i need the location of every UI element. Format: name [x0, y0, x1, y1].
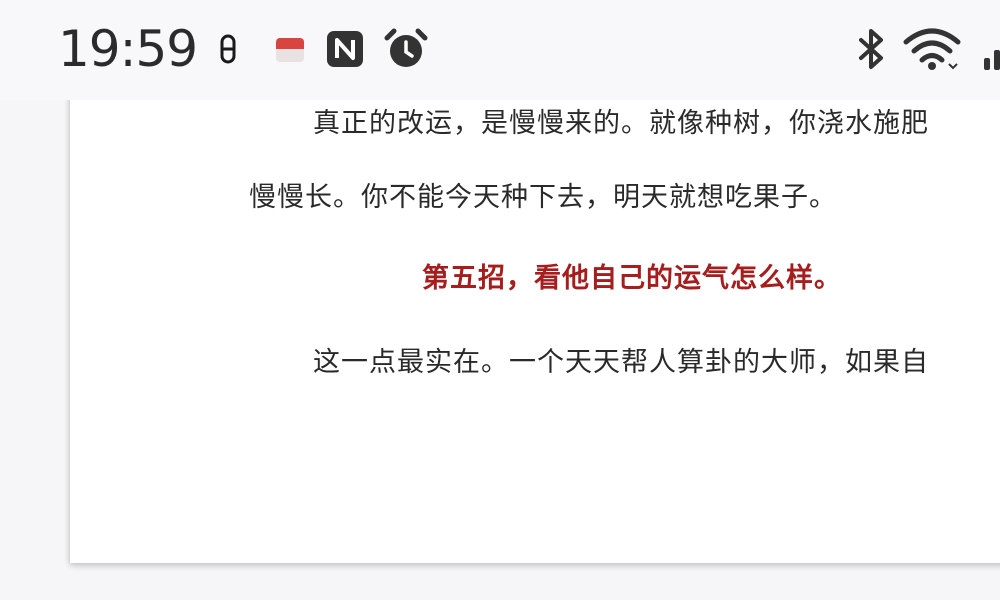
- vpn-key-icon: [220, 34, 236, 64]
- paragraph-line: 慢慢长。你不能今天种下去，明天就想吃果子。: [249, 182, 837, 213]
- app-notification-icon: [276, 38, 304, 62]
- paragraph-line: 这一点最实在。一个天天帮人算卦的大师，如果自: [313, 347, 929, 378]
- alarm-icon: [384, 28, 428, 67]
- wifi-icon: [903, 28, 961, 70]
- document-page: 真正的改运，是慢慢来的。就像种树，你浇水施肥 慢慢长。你不能今天种下去，明天就想…: [70, 60, 1000, 563]
- paragraph-line: 真正的改运，是慢慢来的。就像种树，你浇水施肥: [313, 108, 929, 139]
- clock: 19:59: [58, 20, 198, 78]
- status-bar: 19:59: [0, 0, 1000, 100]
- nfc-icon: [327, 31, 363, 67]
- bluetooth-icon: [859, 29, 883, 69]
- signal-icon: [984, 50, 1000, 70]
- section-heading: 第五招，看他自己的运气怎么样。: [422, 263, 842, 294]
